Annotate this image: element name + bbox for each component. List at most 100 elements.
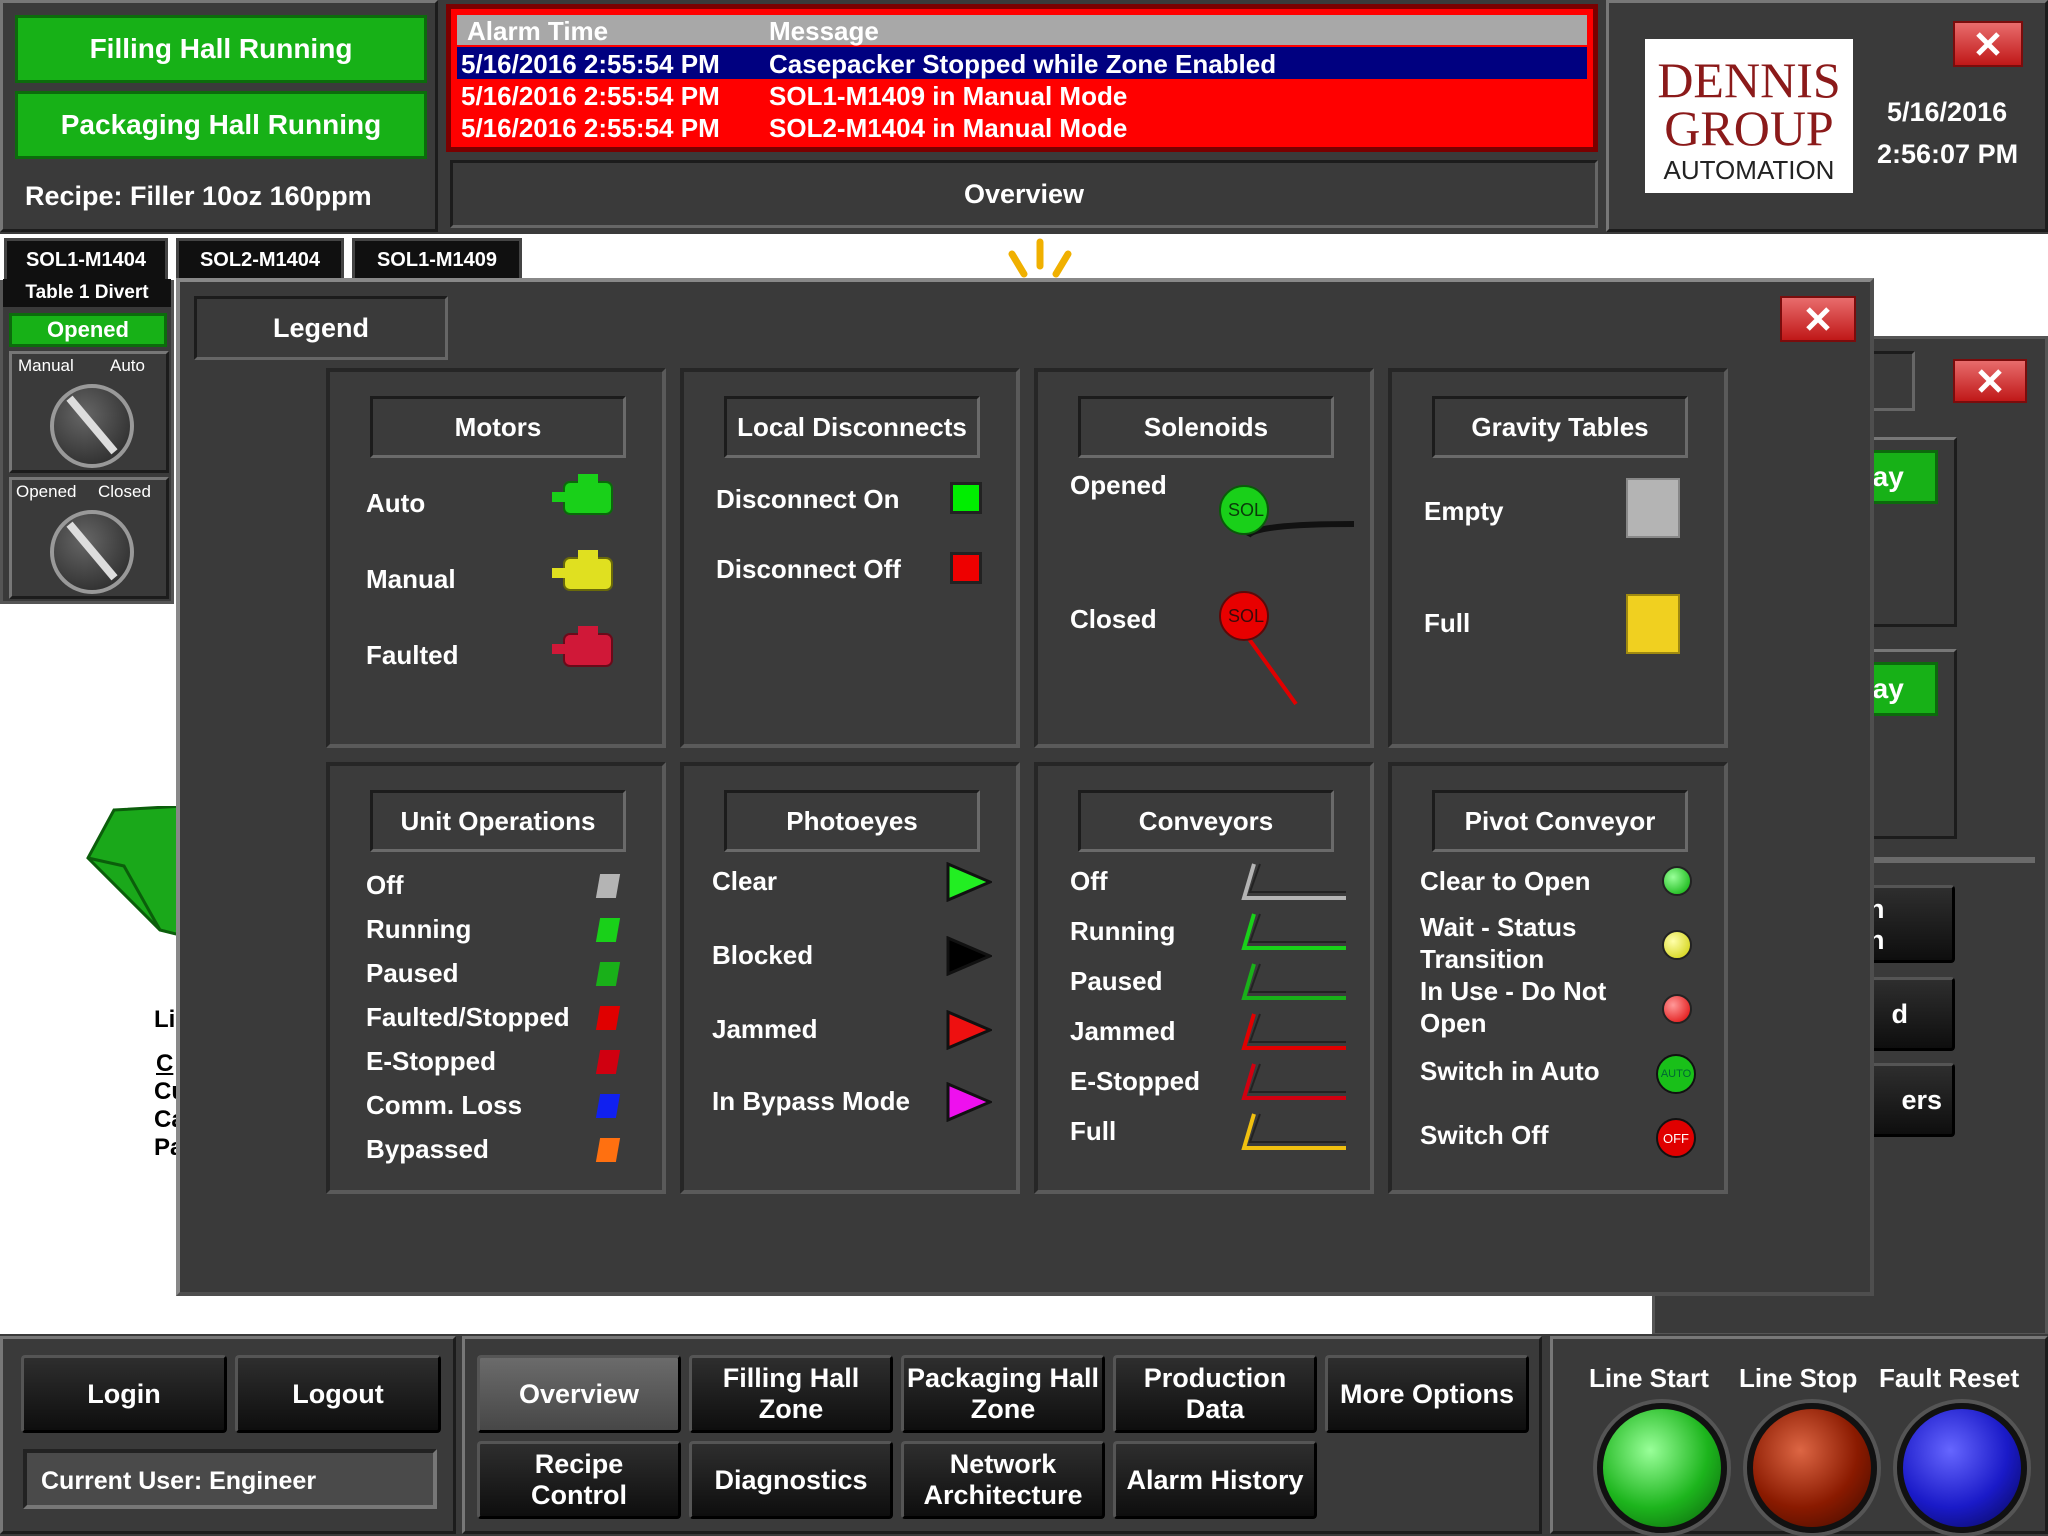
tab-sol1-m1409[interactable]: SOL1-M1409 (352, 238, 522, 282)
legend-pivot-conveyor: Pivot Conveyor Clear to Open Wait - Stat… (1388, 762, 1728, 1194)
conveyor-paused-icon (1241, 963, 1346, 1000)
logo-line-1: DENNIS (1657, 52, 1841, 108)
alarm-row[interactable]: 5/16/2016 2:55:54 PM SOL1-M1409 in Manua… (457, 79, 1587, 111)
valve-selector-switch[interactable] (50, 510, 134, 594)
sun-icon (1008, 238, 1072, 278)
packaging-hall-status: Packaging Hall Running (15, 91, 427, 159)
unitop-running-icon (595, 918, 621, 942)
valve-closed-label: Closed (98, 482, 151, 501)
conveyor-running-icon (1241, 913, 1346, 950)
photoeye-bypass-icon (946, 1082, 992, 1122)
bg-button-1-line2: n (1868, 925, 1885, 955)
mode-selector-switch[interactable] (50, 384, 134, 468)
screen-title: Overview (450, 160, 1598, 228)
line-stop-button[interactable] (1747, 1403, 1877, 1533)
unitop-paused-icon (595, 962, 621, 986)
solenoid-opened-icon (1219, 485, 1355, 538)
faceplate-panel: Table 1 Divert Opened Manual Auto Opened… (0, 279, 174, 604)
unitop-off-icon (595, 874, 621, 898)
unitop-off-label: Off (366, 870, 404, 900)
alarm-banner[interactable]: Alarm Time Message 5/16/2016 2:55:54 PM … (446, 4, 1598, 152)
bg-link[interactable]: C (156, 1050, 173, 1078)
nav-panel: Overview Filling Hall Zone Packaging Hal… (462, 1336, 1542, 1534)
solenoids-title: Solenoids (1078, 396, 1334, 458)
gravity-title: Gravity Tables (1432, 396, 1688, 458)
legend-close-button[interactable] (1780, 296, 1856, 342)
gravity-full-label: Full (1424, 608, 1471, 638)
conveyors-title: Conveyors (1078, 790, 1334, 852)
nav-network-architecture[interactable]: Network Architecture (901, 1441, 1105, 1519)
current-user: Current User: Engineer (23, 1449, 437, 1509)
unitop-estopped-icon (595, 1050, 621, 1074)
close-icon (1806, 307, 1830, 331)
solenoid-closed-label: Closed (1070, 604, 1157, 634)
conveyor-off-label: Off (1070, 866, 1108, 896)
status-panel: Filling Hall Running Packaging Hall Runn… (0, 0, 438, 232)
bg-popup-close[interactable] (1953, 359, 2027, 403)
alarm-time: 5/16/2016 2:55:54 PM (461, 49, 720, 79)
tab-sol2-m1404[interactable]: SOL2-M1404 (176, 238, 344, 282)
pivot-off-indicator: OFF (1656, 1118, 1696, 1158)
pivot-inuse-indicator (1662, 994, 1692, 1024)
disconnect-on-label: Disconnect On (716, 484, 900, 514)
pivot-clear-indicator (1662, 866, 1692, 896)
photoeye-jammed-label: Jammed (712, 1014, 818, 1044)
nav-filling-hall-zone[interactable]: Filling Hall Zone (689, 1355, 893, 1433)
fault-reset-button[interactable] (1897, 1403, 2027, 1533)
hopper-graphic (86, 806, 184, 938)
motor-faulted-icon (552, 626, 613, 667)
photoeye-blocked-icon (946, 936, 992, 976)
legend-conveyors: Conveyors Off Running Paused Jammed E-St… (1034, 762, 1374, 1194)
conveyor-jammed-icon (1241, 1013, 1346, 1050)
close-icon (1978, 369, 2002, 393)
conveyor-paused-label: Paused (1070, 966, 1163, 996)
nav-diagnostics[interactable]: Diagnostics (689, 1441, 893, 1519)
pivot-inuse-label: In Use - Do Not (1420, 976, 1607, 1006)
close-button[interactable] (1953, 21, 2023, 67)
motor-manual-label: Manual (366, 564, 456, 594)
nav-more-options[interactable]: More Options (1325, 1355, 1529, 1433)
nav-production-data[interactable]: Production Data (1113, 1355, 1317, 1433)
motors-title: Motors (370, 396, 626, 458)
nav-alarm-history[interactable]: Alarm History (1113, 1441, 1317, 1519)
tab-sol1-m1404[interactable]: SOL1-M1404 (4, 238, 168, 282)
nav-packaging-hall-zone[interactable]: Packaging Hall Zone (901, 1355, 1105, 1433)
motor-manual-icon (552, 550, 613, 591)
legend-title: Legend (194, 296, 448, 360)
line-start-button[interactable] (1597, 1403, 1727, 1533)
alarm-time-header: Alarm Time (467, 16, 609, 46)
unitop-estopped-label: E-Stopped (366, 1046, 496, 1076)
alarm-row[interactable]: 5/16/2016 2:55:54 PM SOL2-M1404 in Manua… (457, 111, 1587, 143)
filling-hall-status: Filling Hall Running (15, 15, 427, 83)
conveyor-jammed-label: Jammed (1070, 1016, 1176, 1046)
conveyor-running-label: Running (1070, 916, 1176, 946)
disconnects-title: Local Disconnects (724, 396, 980, 458)
nav-recipe-control[interactable]: Recipe Control (477, 1441, 681, 1519)
unitop-bypassed-icon (595, 1138, 621, 1162)
unitop-running-label: Running (366, 914, 472, 944)
conveyor-off-icon (1241, 863, 1346, 900)
gravity-full-indicator (1626, 594, 1680, 654)
logo-line-2: GROUP (1664, 100, 1834, 156)
mode-manual-label: Manual (18, 356, 74, 375)
legend-popup: Legend Motors Auto Manual Faulted Local … (176, 278, 1874, 1296)
pivot-clear-label: Clear to Open (1420, 866, 1591, 896)
pivot-off-text: OFF (1663, 1130, 1689, 1146)
alarm-time: 5/16/2016 2:55:54 PM (461, 81, 720, 111)
photoeye-bypass-label: In Bypass Mode (712, 1086, 910, 1116)
unitop-faulted-label: Faulted/Stopped (366, 1002, 570, 1032)
legend-unit-operations: Unit Operations Off Running Paused Fault… (326, 762, 666, 1194)
legend-motors: Motors Auto Manual Faulted (326, 368, 666, 748)
logout-button[interactable]: Logout (235, 1355, 441, 1433)
motor-faulted-label: Faulted (366, 640, 459, 670)
solenoid-opened-sol: SOL (1228, 500, 1265, 520)
line-start-label: Line Start (1589, 1363, 1709, 1393)
valve-switch-panel: Opened Closed (9, 477, 169, 599)
pivot-open-label: Open (1420, 1008, 1487, 1038)
login-button[interactable]: Login (21, 1355, 227, 1433)
nav-overview[interactable]: Overview (477, 1355, 681, 1433)
unitop-faulted-icon (595, 1006, 621, 1030)
pivot-auto-text: AUTO (1660, 1068, 1692, 1080)
gravity-empty-indicator (1626, 478, 1680, 538)
alarm-row[interactable]: 5/16/2016 2:55:54 PM Casepacker Stopped … (457, 47, 1587, 79)
